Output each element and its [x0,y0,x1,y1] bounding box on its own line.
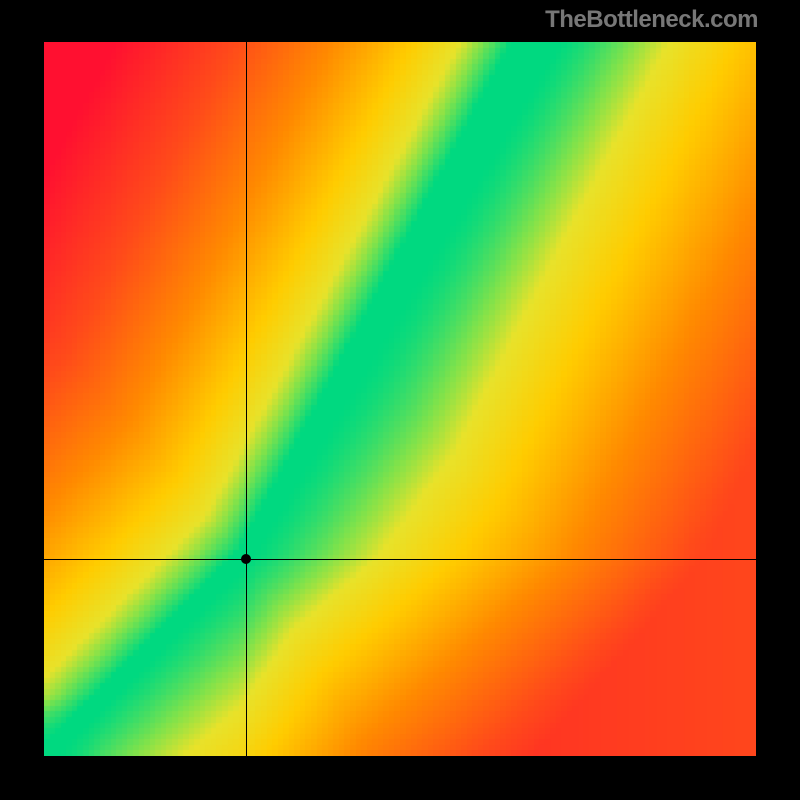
marker-point [241,554,251,564]
crosshair-vertical [246,42,247,756]
heatmap-plot [44,42,756,756]
crosshair-horizontal [44,559,756,560]
heatmap-canvas [44,42,756,756]
watermark-text: TheBottleneck.com [545,6,758,34]
